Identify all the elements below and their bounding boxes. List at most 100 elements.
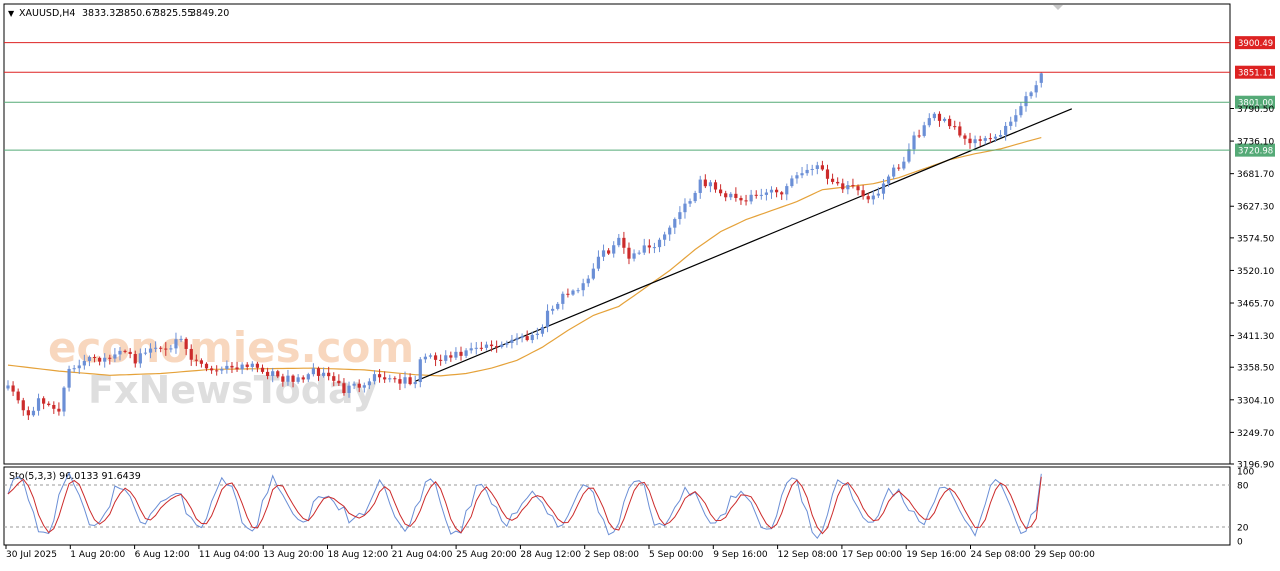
candle-body: [291, 375, 295, 382]
candle-body: [87, 356, 92, 361]
candle-body: [637, 252, 641, 254]
candle-body: [484, 344, 489, 348]
candle-body: [907, 149, 911, 162]
candle-body: [586, 278, 590, 284]
stochastic-tick-label: 0: [1237, 538, 1243, 548]
candle-body: [204, 363, 209, 369]
candle-body: [1034, 85, 1038, 93]
candle-body: [179, 338, 183, 340]
candle-body: [459, 351, 463, 356]
candle-body: [683, 203, 687, 213]
candle-body: [708, 182, 713, 187]
candle-body: [769, 189, 774, 193]
candle-body: [77, 365, 81, 369]
candle-body: [993, 136, 998, 139]
candle-body: [1029, 92, 1033, 97]
candle-body: [342, 383, 346, 393]
candle-body: [790, 178, 794, 187]
candle-body: [688, 201, 692, 204]
candle-body: [469, 348, 473, 351]
candle-body: [433, 355, 438, 360]
candle-body: [642, 245, 646, 253]
candle-body: [159, 347, 163, 349]
time-tick-label: 5 Sep 00:00: [649, 550, 704, 560]
candle-body: [983, 138, 987, 141]
candle-body: [988, 138, 992, 140]
chart-canvas[interactable]: economies.com FxNewsToday ▼ XAUUSD,H4 38…: [0, 0, 1280, 567]
header-close: 3849.20: [190, 8, 229, 19]
candle-body: [372, 374, 377, 382]
candle-body: [902, 161, 906, 169]
price-tick-label: 3736.10: [1237, 138, 1274, 148]
candle-body: [978, 139, 982, 141]
candle-body: [1024, 96, 1028, 107]
candle-body: [6, 385, 10, 389]
candle-body: [220, 369, 224, 371]
candle-body: [199, 360, 204, 364]
header-open: 3833.32: [82, 8, 121, 19]
candle-body: [276, 371, 280, 377]
price-tick-label: 3249.70: [1237, 429, 1274, 439]
candle-body: [917, 135, 921, 137]
candle-body: [520, 336, 524, 338]
candle-body: [652, 247, 657, 249]
time-tick-label: 6 Aug 12:00: [135, 550, 190, 560]
time-tick-label: 24 Sep 08:00: [971, 550, 1031, 560]
candle-body: [576, 290, 580, 292]
candle-body: [418, 359, 422, 383]
candle-body: [301, 377, 305, 380]
candle-body: [306, 374, 310, 380]
candle-body: [281, 376, 285, 382]
candle-body: [795, 175, 799, 179]
candle-body: [148, 348, 153, 353]
candle-body: [678, 212, 682, 220]
candle-body: [505, 342, 509, 345]
stochastic-tick-label: 20: [1237, 524, 1249, 534]
time-tick-label: 9 Sep 16:00: [713, 550, 768, 560]
price-tick-label: 3304.10: [1237, 396, 1274, 406]
candle-body: [352, 383, 356, 386]
candle-body: [998, 134, 1003, 137]
price-tick-label: 3574.50: [1237, 234, 1274, 244]
candle-body: [968, 138, 972, 144]
candle-body: [571, 290, 575, 295]
candle-body: [118, 350, 122, 355]
price-tick-label: 3790.50: [1237, 105, 1274, 115]
price-tick-label: 3411.30: [1237, 332, 1274, 342]
candle-body: [316, 368, 321, 376]
candle-body: [948, 118, 952, 127]
candle-body: [510, 339, 514, 343]
candle-body: [255, 363, 260, 368]
time-tick-label: 12 Sep 08:00: [778, 550, 838, 560]
candle-body: [474, 347, 478, 349]
candle-body: [235, 367, 239, 370]
candle-body: [830, 178, 835, 182]
candle-body: [479, 347, 483, 349]
candle-body: [825, 169, 830, 179]
stochastic-panel[interactable]: [3, 466, 1231, 546]
candle-body: [556, 303, 560, 309]
candle-body: [82, 360, 86, 366]
candle-body: [72, 368, 76, 370]
candle-body: [52, 404, 56, 409]
candle-body: [388, 378, 392, 380]
collapse-triangle-icon[interactable]: ▼: [8, 9, 15, 18]
candle-body: [719, 189, 723, 194]
candle-body: [31, 410, 36, 416]
candle-body: [398, 379, 402, 384]
candle-body: [42, 398, 46, 404]
candle-body: [810, 168, 814, 170]
candle-body: [133, 354, 137, 364]
level-badge-label: 3851.11: [1238, 69, 1273, 79]
candle-body: [169, 348, 173, 350]
candle-body: [892, 167, 896, 177]
candle-body: [1039, 73, 1043, 83]
candle-body: [963, 135, 967, 139]
time-tick-label: 13 Aug 20:00: [263, 550, 324, 560]
price-axis: 3790.50 3736.10 3681.70 3627.30 3574.50 3520.…: [1230, 105, 1274, 471]
candle-body: [439, 359, 443, 361]
candle-body: [321, 372, 326, 376]
candle-body: [260, 367, 265, 372]
candle-body: [184, 338, 188, 349]
candle-body: [601, 250, 606, 257]
